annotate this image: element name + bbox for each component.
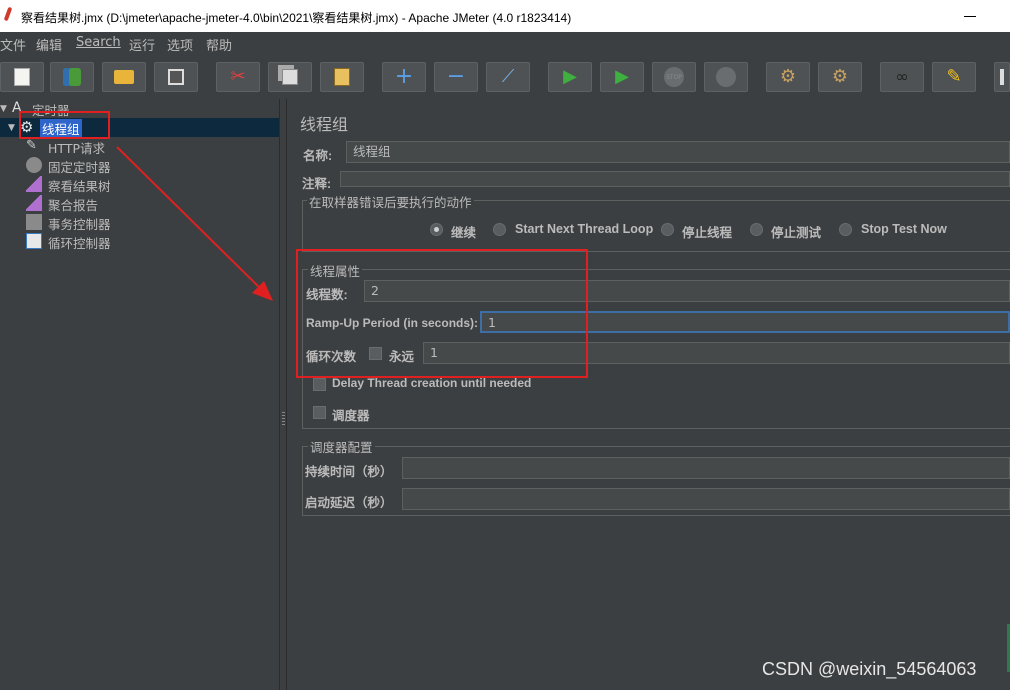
annotation-arrow-line — [116, 146, 267, 295]
watermark: CSDN @weixin_54564063 — [762, 659, 977, 679]
annotation-arrow — [116, 146, 273, 301]
